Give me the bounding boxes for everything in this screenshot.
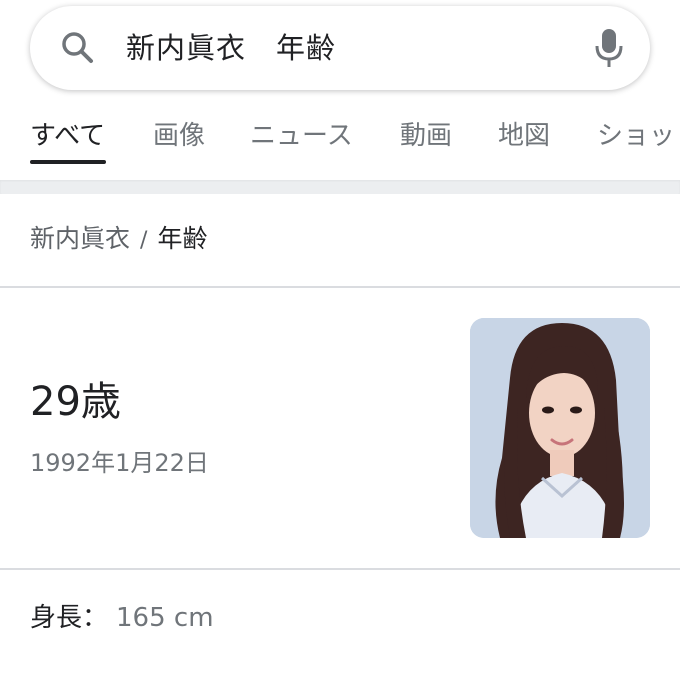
answer-birthdate: 1992年1月22日 xyxy=(30,449,209,477)
search-bar[interactable]: 新内眞衣 年齢 xyxy=(30,6,650,90)
tab-news[interactable]: ニュース xyxy=(250,120,353,152)
divider xyxy=(0,568,680,570)
tab-images[interactable]: 画像 xyxy=(153,120,205,152)
search-input[interactable]: 新内眞衣 年齢 xyxy=(126,28,336,68)
breadcrumb-parent[interactable]: 新内眞衣 xyxy=(30,224,130,253)
search-icon[interactable] xyxy=(58,28,98,68)
fact-value: 165 cm xyxy=(116,603,214,633)
breadcrumb-current: 年齢 xyxy=(157,224,208,253)
tab-shopping[interactable]: ショッ xyxy=(597,120,675,152)
fact-height: 身長： 165 cm xyxy=(30,600,214,636)
tab-all[interactable]: すべて xyxy=(30,120,105,152)
mic-icon[interactable] xyxy=(592,26,626,70)
tab-videos[interactable]: 動画 xyxy=(400,120,452,152)
answer-age: 29歳 xyxy=(30,379,121,425)
active-tab-indicator xyxy=(30,160,106,164)
breadcrumb: 新内眞衣 / 年齢 xyxy=(30,222,207,258)
tab-maps[interactable]: 地図 xyxy=(498,120,550,152)
breadcrumb-separator: / xyxy=(140,228,148,253)
search-tabs: すべて 画像 ニュース 動画 地図 ショッ xyxy=(0,108,680,168)
fact-label[interactable]: 身長： xyxy=(30,603,108,633)
profile-photo[interactable] xyxy=(470,318,650,538)
divider xyxy=(0,286,680,288)
section-divider xyxy=(0,180,680,194)
